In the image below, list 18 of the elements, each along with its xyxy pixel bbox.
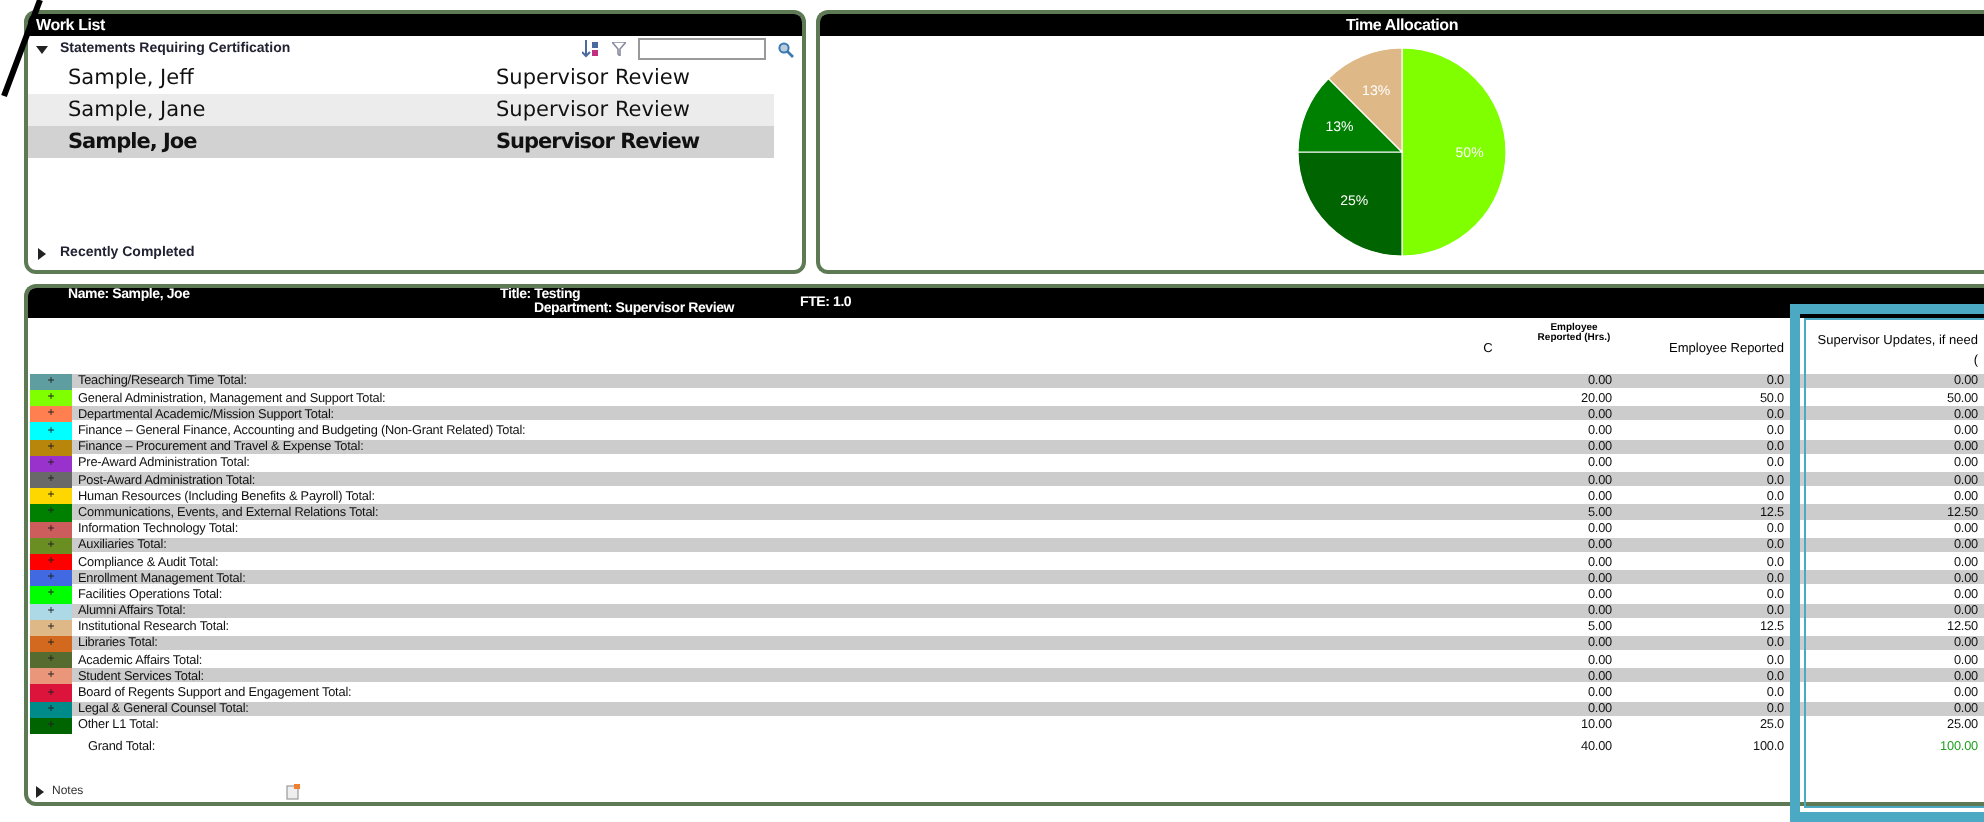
filter-icon[interactable] [612, 42, 626, 56]
collapse-arrow-icon[interactable] [36, 43, 48, 55]
panel-title: Time Allocation [820, 14, 1984, 36]
search-icon[interactable] [778, 41, 794, 57]
employee-name: Sample, Joe [68, 130, 199, 154]
status-text: Supervisor Review [496, 66, 692, 90]
search-field[interactable] [638, 38, 766, 60]
expand-arrow-icon[interactable] [34, 786, 46, 798]
status-text: Supervisor Review [496, 98, 692, 122]
worklist-row[interactable]: Sample, Jane Supervisor Review [28, 94, 774, 126]
employee-name: Sample, Jane [68, 98, 208, 122]
employee-name: Sample, Jeff [68, 66, 196, 90]
status-text: Supervisor Review [496, 130, 702, 154]
note-icon[interactable] [285, 784, 300, 800]
panel-title: Work List [28, 14, 802, 36]
sort-icon[interactable] [582, 40, 600, 58]
worklist-row[interactable]: Sample, Joe Supervisor Review [28, 126, 774, 158]
expand-arrow-icon[interactable] [36, 247, 48, 259]
